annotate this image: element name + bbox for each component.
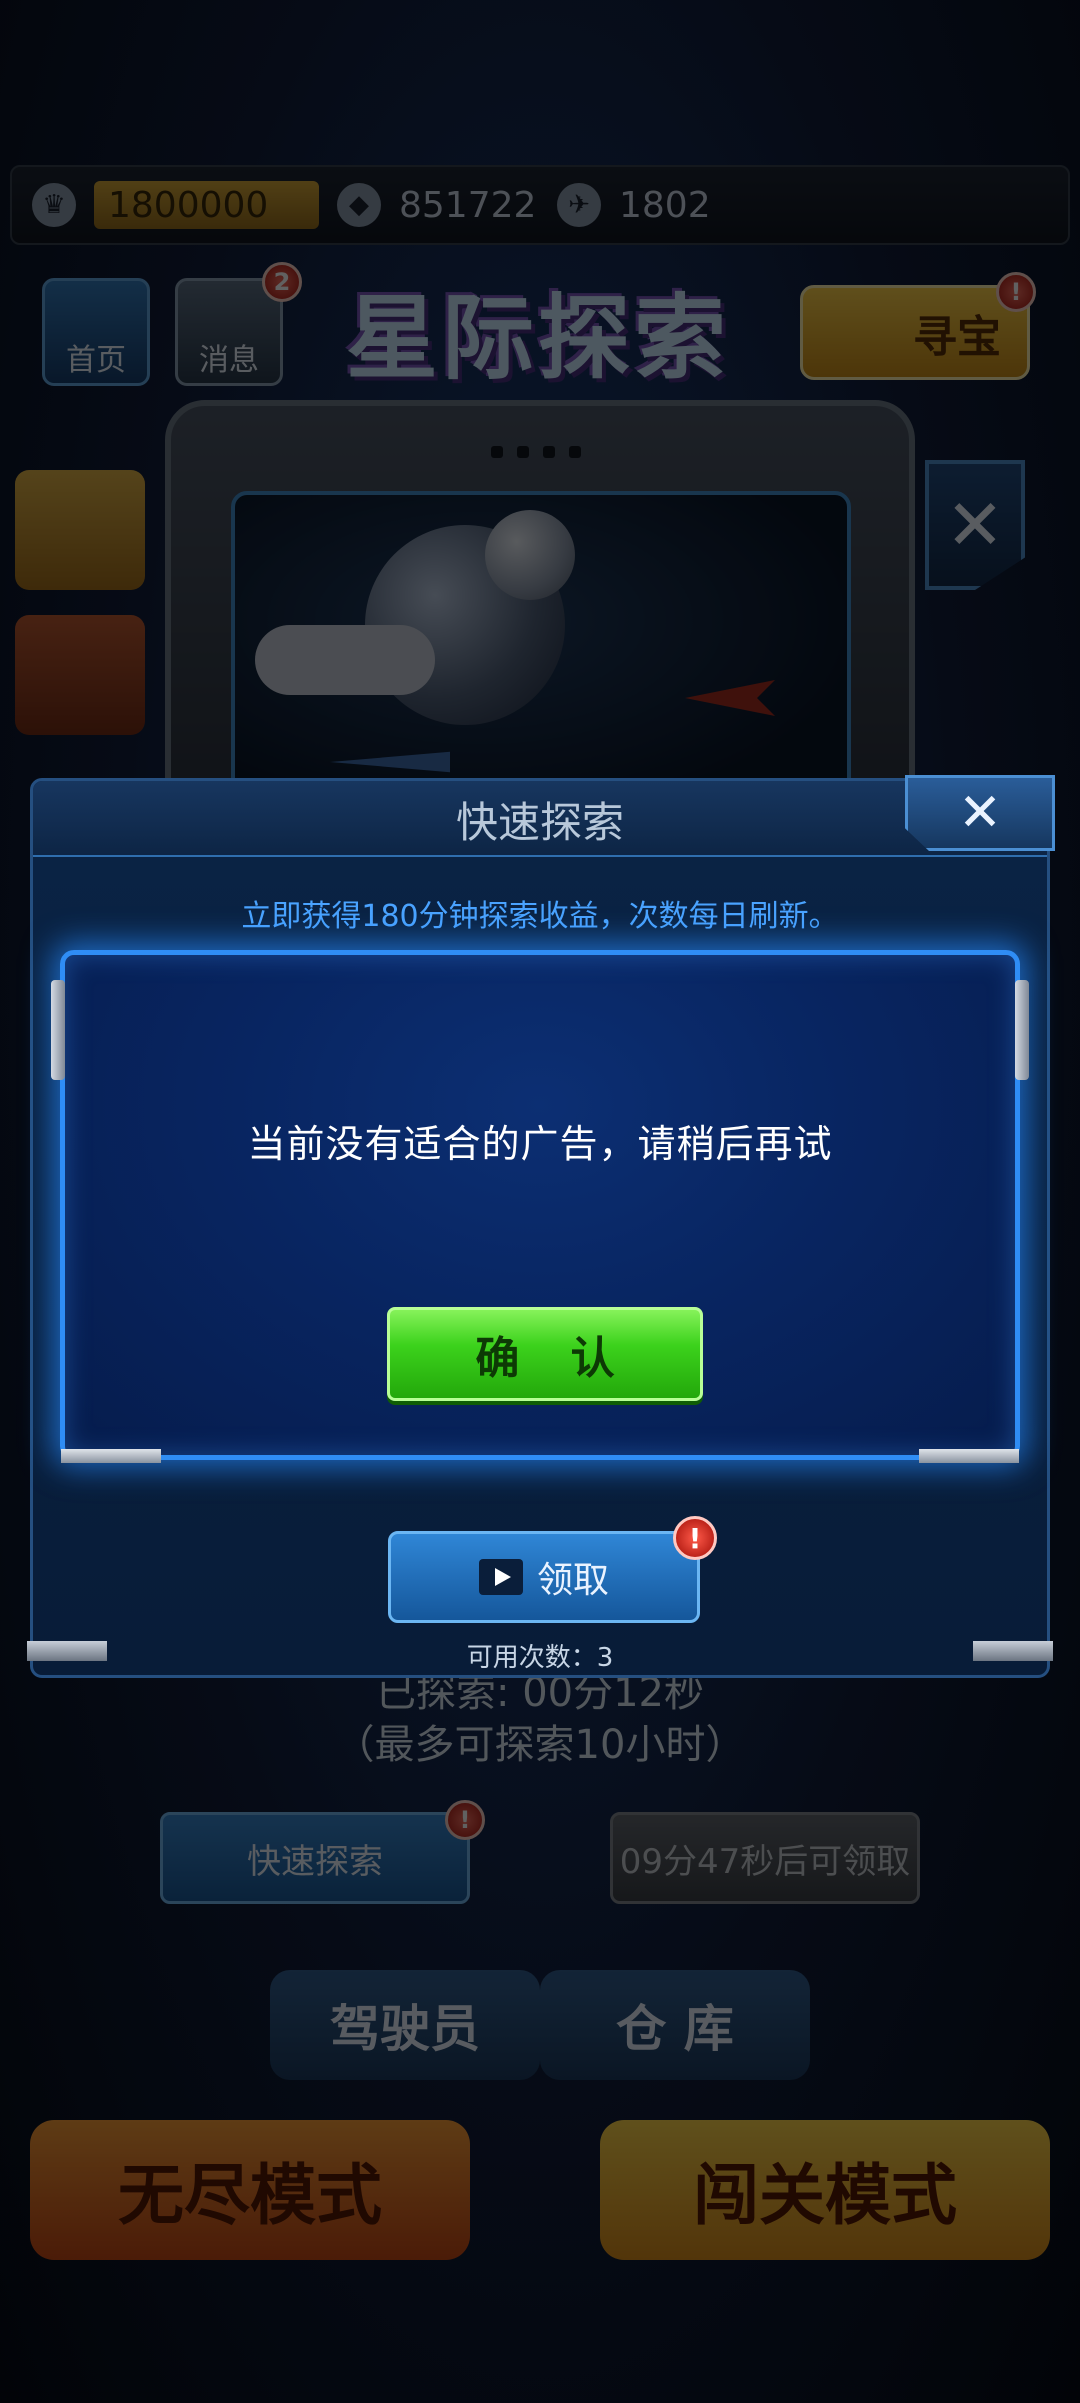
claim-label: 领取 [536, 1560, 609, 1601]
dialog-message: 当前没有适合的广告，请稍后再试 [247, 1122, 833, 1166]
panel-corner-decor [27, 1641, 107, 1661]
ship-icon: ✈ [557, 183, 601, 227]
monitor-dots [491, 446, 581, 458]
quick-explore-badge: ! [445, 1800, 485, 1840]
chest-icon[interactable] [15, 470, 145, 590]
ship-value: 1802 [619, 184, 711, 226]
no-ad-dialog: 当前没有适合的广告，请稍后再试 确 认 [51, 950, 1029, 1463]
pilot-nav-button[interactable]: 驾驶员 [270, 1970, 540, 2080]
panel-description: 立即获得180分钟探索收益，次数每日刷新。 [241, 899, 839, 934]
crystal-icon: ◆ [337, 183, 381, 227]
dialog-corner-decor [919, 1449, 1019, 1463]
dialog-bracket-decor [51, 980, 65, 1080]
panel-close-button[interactable]: ✕ [905, 775, 1055, 851]
treasure-button[interactable]: 寻宝 [800, 285, 1030, 380]
endless-mode-button[interactable]: 无尽模式 [30, 2120, 470, 2260]
claim-button[interactable]: 领取 [388, 1531, 700, 1623]
home-label: 首页 [66, 343, 126, 378]
dialog-corner-decor [61, 1449, 161, 1463]
home-button[interactable]: 首页 [42, 278, 150, 386]
reward-icon[interactable] [15, 615, 145, 735]
panel-corner-decor [973, 1641, 1053, 1661]
treasure-label: 寻宝 [913, 311, 1001, 363]
confirm-label: 确 认 [475, 1333, 633, 1384]
game-title: 星际探索 [345, 284, 730, 392]
claim-alert-badge: ! [673, 1516, 717, 1560]
gold-value: 1800000 [94, 181, 319, 229]
confirm-button[interactable]: 确 认 [387, 1307, 703, 1401]
enemy-ship-image [685, 680, 775, 716]
close-icon[interactable]: ✕ [925, 460, 1025, 590]
stage-mode-button[interactable]: 闯关模式 [600, 2120, 1050, 2260]
treasure-badge: ! [996, 272, 1036, 312]
max-explore-note: （最多可探索10小时） [334, 1722, 746, 1768]
panel-title: 快速探索 [455, 797, 624, 847]
dialog-bracket-decor [1015, 980, 1029, 1080]
messages-badge: 2 [262, 262, 302, 302]
messages-label: 消息 [199, 343, 259, 378]
crystal-value: 851722 [399, 184, 537, 226]
warehouse-nav-button[interactable]: 仓 库 [540, 1970, 810, 2080]
asteroid-cloud-image [255, 625, 435, 695]
resource-bar: ♛ 1800000 ◆ 851722 ✈ 1802 [10, 165, 1070, 245]
gold-icon: ♛ [32, 183, 76, 227]
space-view [231, 491, 851, 811]
uses-remaining: 可用次数：3 [466, 1643, 614, 1673]
close-icon: ✕ [958, 783, 1002, 843]
player-ship-image [330, 751, 450, 773]
explore-monitor [165, 400, 915, 811]
video-ad-icon [478, 1559, 523, 1595]
quick-explore-button[interactable]: 快速探索 [160, 1812, 470, 1904]
game-screen: ♛ 1800000 ◆ 851722 ✈ 1802 首页 消息 2 星际探索 寻… [0, 0, 1080, 2403]
moon-image [485, 510, 575, 600]
collect-countdown-button[interactable]: 09分47秒后可领取 [610, 1812, 920, 1904]
